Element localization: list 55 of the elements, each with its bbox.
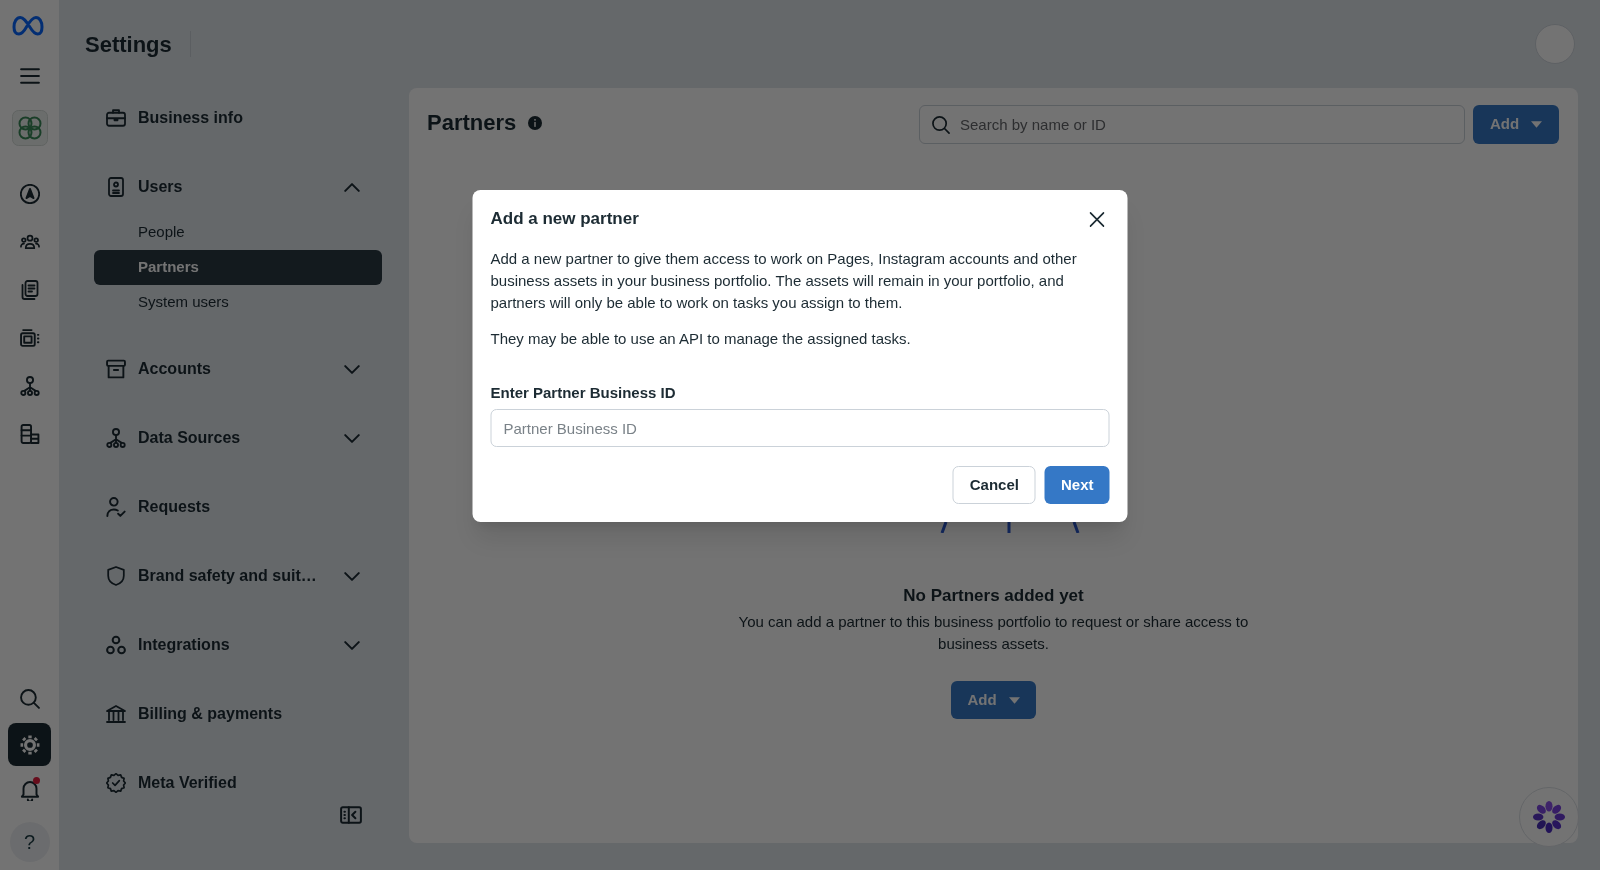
- briefcase-icon: [106, 108, 126, 128]
- sidebar-item[interactable]: Meta Verified: [94, 763, 382, 803]
- caret-icon: [1008, 696, 1020, 704]
- empty-state-title: No Partners added yet: [903, 585, 1084, 607]
- three-circles-icon: [106, 635, 126, 655]
- dialog-text: Add a new partner to give them access to work on Pages, Instagram accounts and other business assets in your business portfolio. The assets will remain in your portfolio, and partners will only be able to work on tasks you assign to them.: [490, 249, 1078, 313]
- badge-check-icon: [106, 773, 126, 793]
- search-field[interactable]: Search by name or ID: [919, 105, 1465, 144]
- help-button[interactable]: ?: [9, 822, 50, 862]
- compass-icon: [19, 184, 40, 204]
- settings-icon: [19, 734, 40, 755]
- dialog-text: They may be able to use an API to manage the assigned tasks.: [490, 329, 912, 349]
- petal-ring-icon: [1532, 800, 1566, 834]
- add-button[interactable]: Add: [951, 681, 1036, 719]
- sidebar-item[interactable]: Requests: [94, 487, 382, 527]
- sidebar-subitem[interactable]: System users: [94, 285, 382, 320]
- documents-icon: [19, 280, 40, 300]
- sidebar-group[interactable]: Integrations: [94, 625, 382, 665]
- search-icon: [19, 688, 40, 709]
- node-tree-icon: [19, 376, 40, 396]
- bell-icon: [19, 780, 40, 801]
- media-panel-icon: [19, 328, 40, 348]
- next-button[interactable]: Next: [1045, 466, 1110, 504]
- sidebar-subitem[interactable]: People: [94, 215, 382, 250]
- sidebar-subitem[interactable]: Partners: [94, 250, 382, 285]
- sidebar-group[interactable]: Users: [94, 167, 382, 207]
- info-icon[interactable]: [528, 116, 543, 130]
- add-button[interactable]: Add: [1473, 105, 1559, 144]
- page-title: Partners: [427, 109, 517, 137]
- sidebar-group[interactable]: Brand safety and suit…: [94, 556, 382, 596]
- caret-icon: [1531, 121, 1543, 128]
- search-icon: [932, 115, 950, 134]
- dialog-title: Add a new partner: [490, 208, 639, 231]
- settings-title: Settings: [85, 30, 172, 59]
- sidebar-item[interactable]: Billing & payments: [94, 694, 382, 734]
- sidebar-group[interactable]: Data Sources: [94, 418, 382, 458]
- business-id-field[interactable]: Partner Business ID: [490, 409, 1110, 447]
- bank-building-icon: [106, 704, 126, 724]
- rail-nav-button[interactable]: [8, 723, 51, 766]
- clover-logo-icon[interactable]: [11, 110, 48, 146]
- collapse-sidebar-icon[interactable]: [340, 806, 362, 824]
- sidebar-item[interactable]: Business info: [94, 98, 382, 138]
- id-card-icon: [106, 177, 126, 197]
- close-icon[interactable]: [1089, 211, 1105, 227]
- archive-box-icon: [106, 359, 126, 379]
- people-icon: [19, 232, 40, 252]
- person-check-icon: [106, 497, 126, 517]
- menu-icon[interactable]: [19, 68, 40, 84]
- shield-icon: [106, 566, 126, 586]
- cancel-button[interactable]: Cancel: [952, 466, 1036, 504]
- field-label: Enter Partner Business ID: [490, 383, 677, 403]
- sidebar-group[interactable]: Accounts: [94, 349, 382, 389]
- stacked-coins-icon: [19, 424, 40, 444]
- node-tree-icon: [106, 428, 126, 448]
- empty-state-text: You can add a partner to this business portfolio to request or share access to business assets.: [737, 612, 1250, 654]
